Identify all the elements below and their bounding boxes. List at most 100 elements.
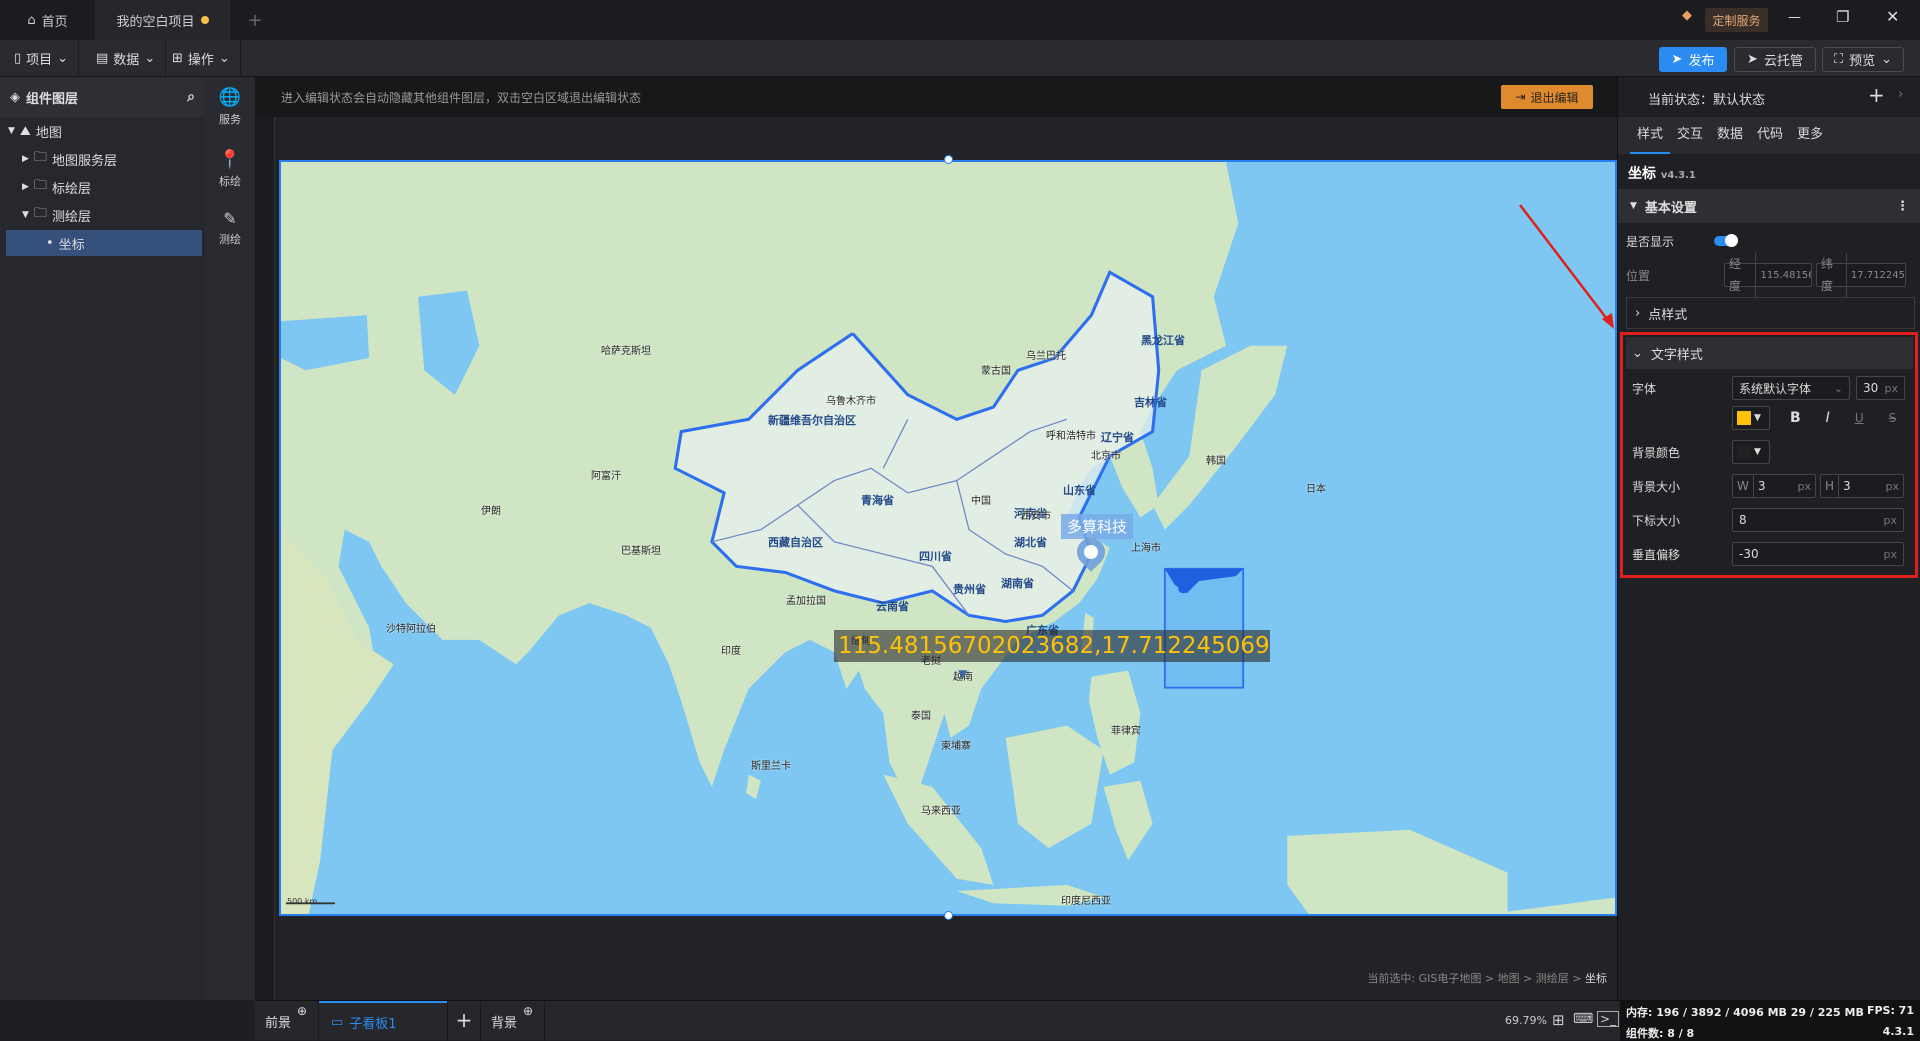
offset-input[interactable]: -30 px [1732,542,1904,566]
add-board-button[interactable]: + [447,1001,481,1041]
tree-label: 测绘层 [51,209,91,225]
tree-item-map[interactable]: ▼ ⛰ 地图 [8,118,204,144]
bg-width-input[interactable]: W 3 px [1732,474,1816,498]
panel-tabs: 样式 交互 数据 代码 更多 [1618,117,1920,154]
tab-project[interactable]: 我的空白项目 [95,0,230,40]
cloud-button[interactable]: ➤ 云托管 [1734,47,1816,72]
map-label: 泰国 [911,711,931,722]
folder-icon: 🗀 [33,178,47,193]
performance-stats: 内存: 196 / 3892 / 4096 MB 29 / 225 MB FPS:… [1620,1001,1920,1041]
text-color-picker[interactable]: ▼ [1732,406,1770,430]
subscript-size-input[interactable]: 8 px [1732,508,1904,532]
tab-interaction[interactable]: 交互 [1670,117,1710,154]
font-select[interactable]: 系统默认字体 ⌄ [1732,376,1850,400]
unit-label: px [1883,547,1898,561]
bold-button[interactable]: B [1790,410,1801,426]
plot-button[interactable]: 📍 标绘 [205,149,255,189]
italic-button[interactable]: I [1826,410,1830,426]
fit-screen-icon[interactable]: ⊞ [1552,1011,1565,1029]
gis-map[interactable]: 500 km 新疆维吾尔自治区 西藏自治区 青海省 四川省 云南省 贵州省 湖南… [279,160,1617,916]
home-icon: ⌂ [27,12,36,28]
preview-button[interactable]: ⛶ 预览 ⌄ [1822,47,1904,72]
state-value[interactable]: 默认状态 [1713,93,1765,108]
service-button[interactable]: 🌐 服务 [205,87,255,127]
map-label: 贵州省 [953,583,986,596]
show-toggle[interactable] [1714,234,1739,247]
state-label: 当前状态： [1648,93,1714,108]
lat-field[interactable]: 纬度 17.712245 [1816,253,1906,297]
chevron-right-icon[interactable]: › [1898,87,1903,102]
tab-home[interactable]: ⌂ 首页 [0,0,95,40]
lng-value: 115.48156 [1760,269,1811,281]
edit-hint: 进入编辑状态会自动隐藏其他组件图层，双击空白区域退出编辑状态 [255,77,1617,117]
tab-home-label: 首页 [41,14,68,30]
tree-item-plot[interactable]: ▶ 🗀 标绘层 [8,174,204,200]
exit-edit-button[interactable]: ⇥ 退出编辑 [1501,85,1593,109]
folder-icon: 🗀 [33,206,47,221]
close-button[interactable]: ✕ [1886,7,1899,26]
keyboard-icon[interactable]: ⌨ [1573,1011,1593,1027]
bg-color-picker[interactable]: ▼ [1732,440,1770,464]
chevron-down-icon: ⌄ [144,51,156,66]
add-circle-icon[interactable]: ⊕ [523,1004,533,1018]
resize-handle-top[interactable] [944,155,953,164]
text-style-label: 文字样式 [1650,347,1703,363]
tree-item-survey[interactable]: ▼ 🗀 测绘层 [8,202,204,228]
board-label: 子看板1 [349,1016,397,1032]
tree-label: 坐标 [58,237,85,253]
scale-bar: 500 km [287,897,318,906]
point-style-label: 点样式 [1648,307,1688,323]
minimize-button[interactable]: — [1788,10,1801,25]
memory-stat: 内存: 196 / 3892 / 4096 MB 29 / 225 MB [1626,1006,1864,1019]
tab-board[interactable]: ▭ 子看板1 [319,1001,447,1041]
underline-button[interactable]: U [1855,411,1864,425]
point-style-section[interactable]: › 点样式 [1626,297,1915,329]
menu-operate[interactable]: ⊞ 操作 ⌄ [162,40,241,77]
show-row: 是否显示 [1626,226,1916,256]
bg-size-label: 背景大小 [1632,479,1681,494]
menu-project[interactable]: ▯ 项目 ⌄ [4,40,80,77]
front-label: 前景 [265,1015,292,1031]
survey-button[interactable]: ✎ 测绘 [205,209,255,247]
ruler-icon: ✎ [223,209,237,228]
map-label: 沙特阿拉伯 [386,624,436,635]
tab-data[interactable]: 数据 [1710,117,1750,154]
pin-icon: 📍 [218,149,242,170]
terminal-icon[interactable]: >_ [1597,1011,1620,1027]
publish-button[interactable]: ➤ 发布 [1659,47,1727,72]
tab-more[interactable]: 更多 [1790,117,1830,154]
tab-style[interactable]: 样式 [1630,117,1670,154]
add-state-button[interactable]: + [1868,83,1885,107]
basic-settings-header[interactable]: ▼ 基本设置 ⋮ [1618,189,1920,223]
tab-back[interactable]: 背景 ⊕ [481,1001,545,1041]
map-label: 蒙古国 [981,366,1011,377]
custom-service-button[interactable]: 定制服务 [1705,8,1768,32]
resize-handle-bottom[interactable] [944,911,953,920]
component-name: 坐标 [1628,166,1656,182]
lng-field[interactable]: 经度 115.48156 [1724,253,1812,297]
current-state: 当前状态：默认状态 [1648,89,1765,108]
tree-item-map-service[interactable]: ▶ 🗀 地图服务层 [8,146,204,172]
offset-label: 垂直偏移 [1632,547,1681,562]
restore-button[interactable]: ❐ [1836,8,1849,26]
menu-data[interactable]: ▤ 数据 ⌄ [86,40,167,77]
more-icon[interactable]: ⋮ [1896,199,1909,214]
map-label: 上海市 [1131,543,1161,554]
font-size-input[interactable]: 30 px [1856,376,1905,400]
bg-height-input[interactable]: H 3 px [1820,474,1904,498]
search-icon[interactable]: ⌕ [187,89,195,105]
tree-item-coordinate[interactable]: • 坐标 [6,230,202,256]
preview-label: 预览 [1849,54,1876,69]
h-value: 3 [1843,479,1851,493]
new-tab-button[interactable]: + [240,0,270,40]
strikethrough-button[interactable]: S [1889,411,1897,425]
add-circle-icon[interactable]: ⊕ [297,1004,307,1018]
text-style-header[interactable]: ⌄ 文字样式 [1626,337,1913,369]
map-label: 乌鲁木齐市 [826,396,876,407]
tab-code[interactable]: 代码 [1750,117,1790,154]
w-value: 3 [1757,479,1766,493]
tab-front[interactable]: 前景 ⊕ [255,1001,319,1041]
chevron-down-icon: ⌄ [57,51,69,66]
exit-edit-label: 退出编辑 [1530,90,1579,105]
monitor-icon: ▭ [331,1014,344,1030]
